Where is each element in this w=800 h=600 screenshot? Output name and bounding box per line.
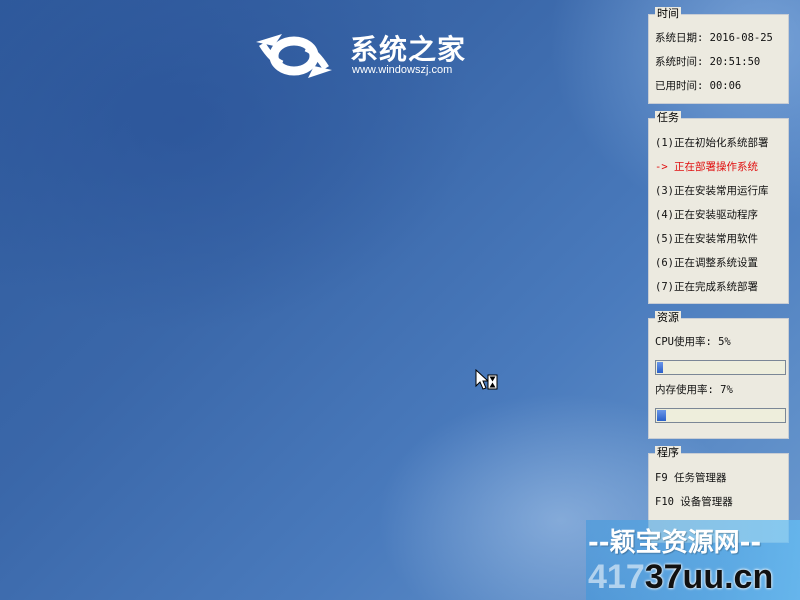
resource-panel: 资源 CPU使用率: 5% 内存使用率: 7% <box>648 311 789 439</box>
device-manager-shortcut[interactable]: F10 设备管理器 <box>655 495 733 509</box>
watermark-overlay: --颖宝资源网-- 41737uu.cn <box>586 520 800 600</box>
task-item: (1)正在初始化系统部署 <box>655 137 769 149</box>
cpu-usage-bar-fill <box>657 362 663 373</box>
busy-cursor-icon <box>475 369 498 390</box>
watermark-faded-digits: 417 <box>588 558 645 596</box>
memory-usage-bar-fill <box>657 410 666 421</box>
memory-usage-label: 内存使用率: 7% <box>655 384 733 396</box>
resource-panel-title: 资源 <box>655 311 681 325</box>
task-item: (4)正在安装驱动程序 <box>655 209 758 221</box>
program-panel-title: 程序 <box>655 446 681 460</box>
watermark-domain: 37uu.cn <box>644 558 774 596</box>
watermark-url: 41737uu.cn <box>588 558 773 597</box>
logo-arrows-icon <box>256 34 332 78</box>
task-item: (7)正在完成系统部署 <box>655 281 758 293</box>
task-item: (6)正在调整系统设置 <box>655 257 758 269</box>
time-panel-title: 时间 <box>655 7 681 21</box>
time-panel: 时间 系统日期: 2016-08-25 系统时间: 20:51:50 已用时间:… <box>648 7 789 104</box>
elapsed-time: 已用时间: 00:06 <box>655 80 742 92</box>
watermark-title: --颖宝资源网-- <box>588 528 762 558</box>
task-item: (5)正在安装常用软件 <box>655 233 758 245</box>
task-item: (3)正在安装常用运行库 <box>655 185 769 197</box>
logo-brand-text: 系统之家 <box>350 33 467 66</box>
task-panel-title: 任务 <box>655 111 681 125</box>
system-time: 系统时间: 20:51:50 <box>655 56 761 68</box>
logo-url-text: www.windowszj.com <box>352 64 453 76</box>
task-item-active: -> 正在部署操作系统 <box>655 161 758 173</box>
task-manager-shortcut[interactable]: F9 任务管理器 <box>655 471 726 485</box>
system-date: 系统日期: 2016-08-25 <box>655 32 773 44</box>
cpu-usage-label: CPU使用率: 5% <box>655 336 731 348</box>
task-panel: 任务 (1)正在初始化系统部署 -> 正在部署操作系统 (3)正在安装常用运行库… <box>648 111 789 304</box>
windowszj-logo: 系统之家 www.windowszj.com <box>252 28 482 84</box>
cpu-usage-bar <box>655 360 786 375</box>
memory-usage-bar <box>655 408 786 423</box>
